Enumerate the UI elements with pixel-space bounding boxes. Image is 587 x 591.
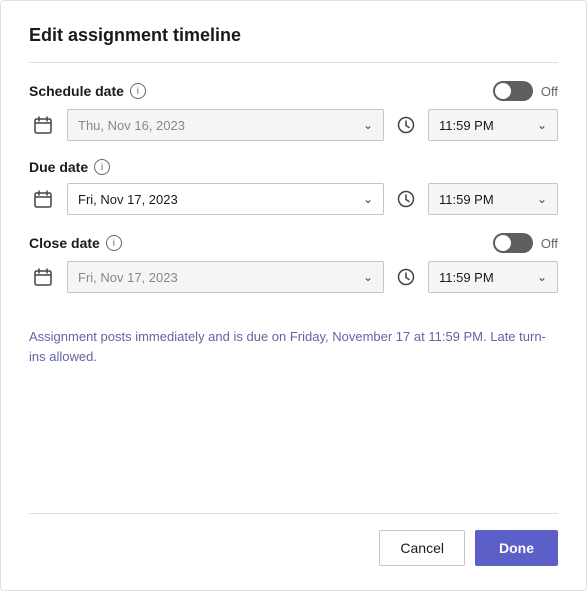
due-date-label: Due date [29,159,88,175]
close-date-time-value: 11:59 PM [439,270,494,285]
dialog-title: Edit assignment timeline [29,25,558,46]
schedule-date-header: Schedule date i Off [29,81,558,101]
schedule-date-toggle-knob [495,83,511,99]
schedule-date-chevron-icon: ⌄ [363,118,373,132]
due-date-picker[interactable]: Fri, Nov 17, 2023 ⌄ [67,183,384,215]
schedule-date-toggle-label: Off [541,84,558,99]
close-date-section: Close date i Off Fri, Nov 17, 202 [29,233,558,293]
assignment-info-text: Assignment posts immediately and is due … [29,327,558,366]
due-date-clock-icon [394,187,418,211]
due-date-value: Fri, Nov 17, 2023 [78,192,178,207]
schedule-date-toggle-row: Off [493,81,558,101]
due-date-info-icon[interactable]: i [94,159,110,175]
close-date-toggle-row: Off [493,233,558,253]
schedule-date-value: Thu, Nov 16, 2023 [78,118,185,133]
due-date-chevron-icon: ⌄ [363,192,373,206]
schedule-date-toggle[interactable] [493,81,533,101]
schedule-date-time-picker[interactable]: 11:59 PM ⌄ [428,109,558,141]
close-date-time-row: Fri, Nov 17, 2023 ⌄ 11:59 PM ⌄ [29,261,558,293]
close-date-chevron-icon: ⌄ [363,270,373,284]
schedule-date-time-value: 11:59 PM [439,118,494,133]
schedule-date-clock-icon [394,113,418,137]
schedule-date-info-icon[interactable]: i [130,83,146,99]
done-button[interactable]: Done [475,530,558,566]
schedule-date-section: Schedule date i Off Thu, Nov 16, [29,81,558,141]
close-date-label: Close date [29,235,100,251]
close-date-picker[interactable]: Fri, Nov 17, 2023 ⌄ [67,261,384,293]
schedule-date-time-row: Thu, Nov 16, 2023 ⌄ 11:59 PM ⌄ [29,109,558,141]
close-date-value: Fri, Nov 17, 2023 [78,270,178,285]
close-date-toggle-label: Off [541,236,558,251]
due-date-label-row: Due date i [29,159,110,175]
cancel-button[interactable]: Cancel [379,530,465,566]
close-date-toggle-knob [495,235,511,251]
due-date-time-picker[interactable]: 11:59 PM ⌄ [428,183,558,215]
close-date-info-icon[interactable]: i [106,235,122,251]
close-date-header: Close date i Off [29,233,558,253]
due-date-time-value: 11:59 PM [439,192,494,207]
schedule-date-time-chevron-icon: ⌄ [537,118,547,132]
close-date-time-chevron-icon: ⌄ [537,270,547,284]
close-date-time-picker[interactable]: 11:59 PM ⌄ [428,261,558,293]
dialog-footer: Cancel Done [29,513,558,566]
due-date-header: Due date i [29,159,558,175]
close-date-calendar-icon[interactable] [29,263,57,291]
due-date-time-chevron-icon: ⌄ [537,192,547,206]
due-date-time-row: Fri, Nov 17, 2023 ⌄ 11:59 PM ⌄ [29,183,558,215]
close-date-clock-icon [394,265,418,289]
schedule-date-picker[interactable]: Thu, Nov 16, 2023 ⌄ [67,109,384,141]
due-date-calendar-icon[interactable] [29,185,57,213]
header-divider [29,62,558,63]
schedule-date-label-row: Schedule date i [29,83,146,99]
edit-assignment-timeline-dialog: Edit assignment timeline Schedule date i… [0,0,587,591]
close-date-toggle[interactable] [493,233,533,253]
due-date-section: Due date i Fri, Nov 17, 2023 ⌄ [29,159,558,215]
close-date-label-row: Close date i [29,235,122,251]
schedule-date-calendar-icon[interactable] [29,111,57,139]
schedule-date-label: Schedule date [29,83,124,99]
